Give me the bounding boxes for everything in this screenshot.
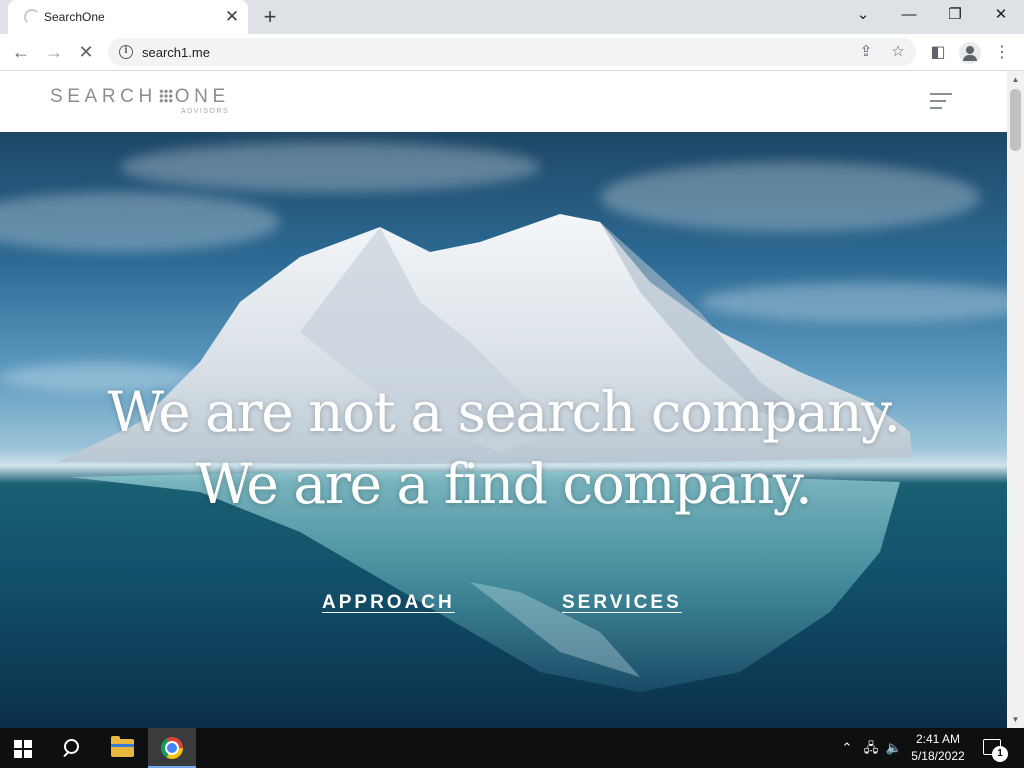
chevron-up-icon[interactable]: ⌃ — [838, 738, 856, 758]
info-icon[interactable]: i — [119, 45, 133, 59]
scroll-down-arrow-icon[interactable]: ▼ — [1007, 711, 1024, 728]
window-close-icon[interactable]: ✕ — [978, 0, 1024, 30]
search-icon[interactable] — [60, 737, 84, 761]
plus-icon[interactable]: + — [258, 5, 282, 29]
clock-time: 2:41 AM — [915, 732, 961, 746]
kebab-menu-icon[interactable]: ⋮ — [990, 41, 1014, 65]
profile-icon[interactable] — [959, 42, 981, 64]
hero-headline-line-1: We are not a search company. — [107, 380, 901, 444]
hamburger-menu-icon[interactable] — [930, 91, 952, 111]
network-icon[interactable]: 🖧 — [862, 738, 880, 758]
scroll-up-arrow-icon[interactable]: ▲ — [1007, 71, 1024, 88]
page-scrollbar[interactable]: ▲ ▼ — [1007, 71, 1024, 728]
page-viewport: SEARCH ONE ADVISORS We are not a search … — [0, 71, 1007, 728]
logo-subtitle: ADVISORS — [181, 108, 230, 115]
tab-searchone[interactable]: SearchOne ✕ — [8, 0, 248, 34]
tab-strip: SearchOne ✕ + ⌄ — ❐ ✕ — [0, 0, 1024, 34]
approach-link[interactable]: APPROACH — [322, 592, 455, 614]
share-icon[interactable]: ⇪ — [856, 42, 876, 62]
minimize-icon[interactable]: — — [886, 0, 932, 30]
close-icon[interactable]: ✕ — [223, 8, 241, 26]
services-link[interactable]: SERVICES — [562, 592, 682, 614]
hero-headline-line-2: We are a find company. — [195, 452, 813, 516]
back-arrow-icon[interactable]: ← — [7, 38, 35, 66]
star-icon[interactable]: ☆ — [888, 42, 908, 62]
taskbar: ⌃ 🖧 🔈 2:41 AM 5/18/2022 1 — [0, 728, 1024, 768]
logo-text-right: ONE — [174, 86, 230, 107]
side-panel-icon[interactable]: ◧ — [926, 41, 950, 65]
hero-section: We are not a search company. We are a fi… — [0, 132, 1007, 728]
forward-arrow-icon[interactable]: → — [40, 38, 68, 66]
address-bar[interactable]: i search1.me ⇪ ☆ — [108, 38, 916, 66]
loading-spinner-icon — [24, 9, 40, 25]
logo-grid-icon — [158, 89, 173, 104]
browser-toolbar: ← → ✕ i search1.me ⇪ ☆ ◧ ⋮ — [0, 34, 1024, 71]
restore-icon[interactable]: ❐ — [932, 0, 978, 30]
stop-loading-icon[interactable]: ✕ — [72, 38, 100, 66]
file-explorer-icon[interactable] — [111, 736, 134, 757]
windows-start-icon[interactable] — [14, 740, 32, 758]
chrome-icon — [161, 737, 183, 759]
chevron-down-icon[interactable]: ⌄ — [840, 0, 886, 30]
tab-title: SearchOne — [44, 10, 105, 24]
taskbar-chrome-button[interactable] — [148, 728, 196, 768]
scroll-thumb[interactable] — [1010, 89, 1021, 151]
clock-date: 5/18/2022 — [911, 749, 965, 763]
notification-count-badge: 1 — [992, 746, 1008, 762]
site-logo[interactable]: SEARCH ONE ADVISORS — [50, 86, 230, 115]
site-header: SEARCH ONE ADVISORS — [0, 71, 1007, 132]
volume-icon[interactable]: 🔈 — [885, 738, 903, 758]
url-text[interactable]: search1.me — [142, 45, 210, 60]
logo-text-left: SEARCH — [50, 86, 157, 107]
system-clock[interactable]: 2:41 AM 5/18/2022 — [906, 731, 970, 765]
